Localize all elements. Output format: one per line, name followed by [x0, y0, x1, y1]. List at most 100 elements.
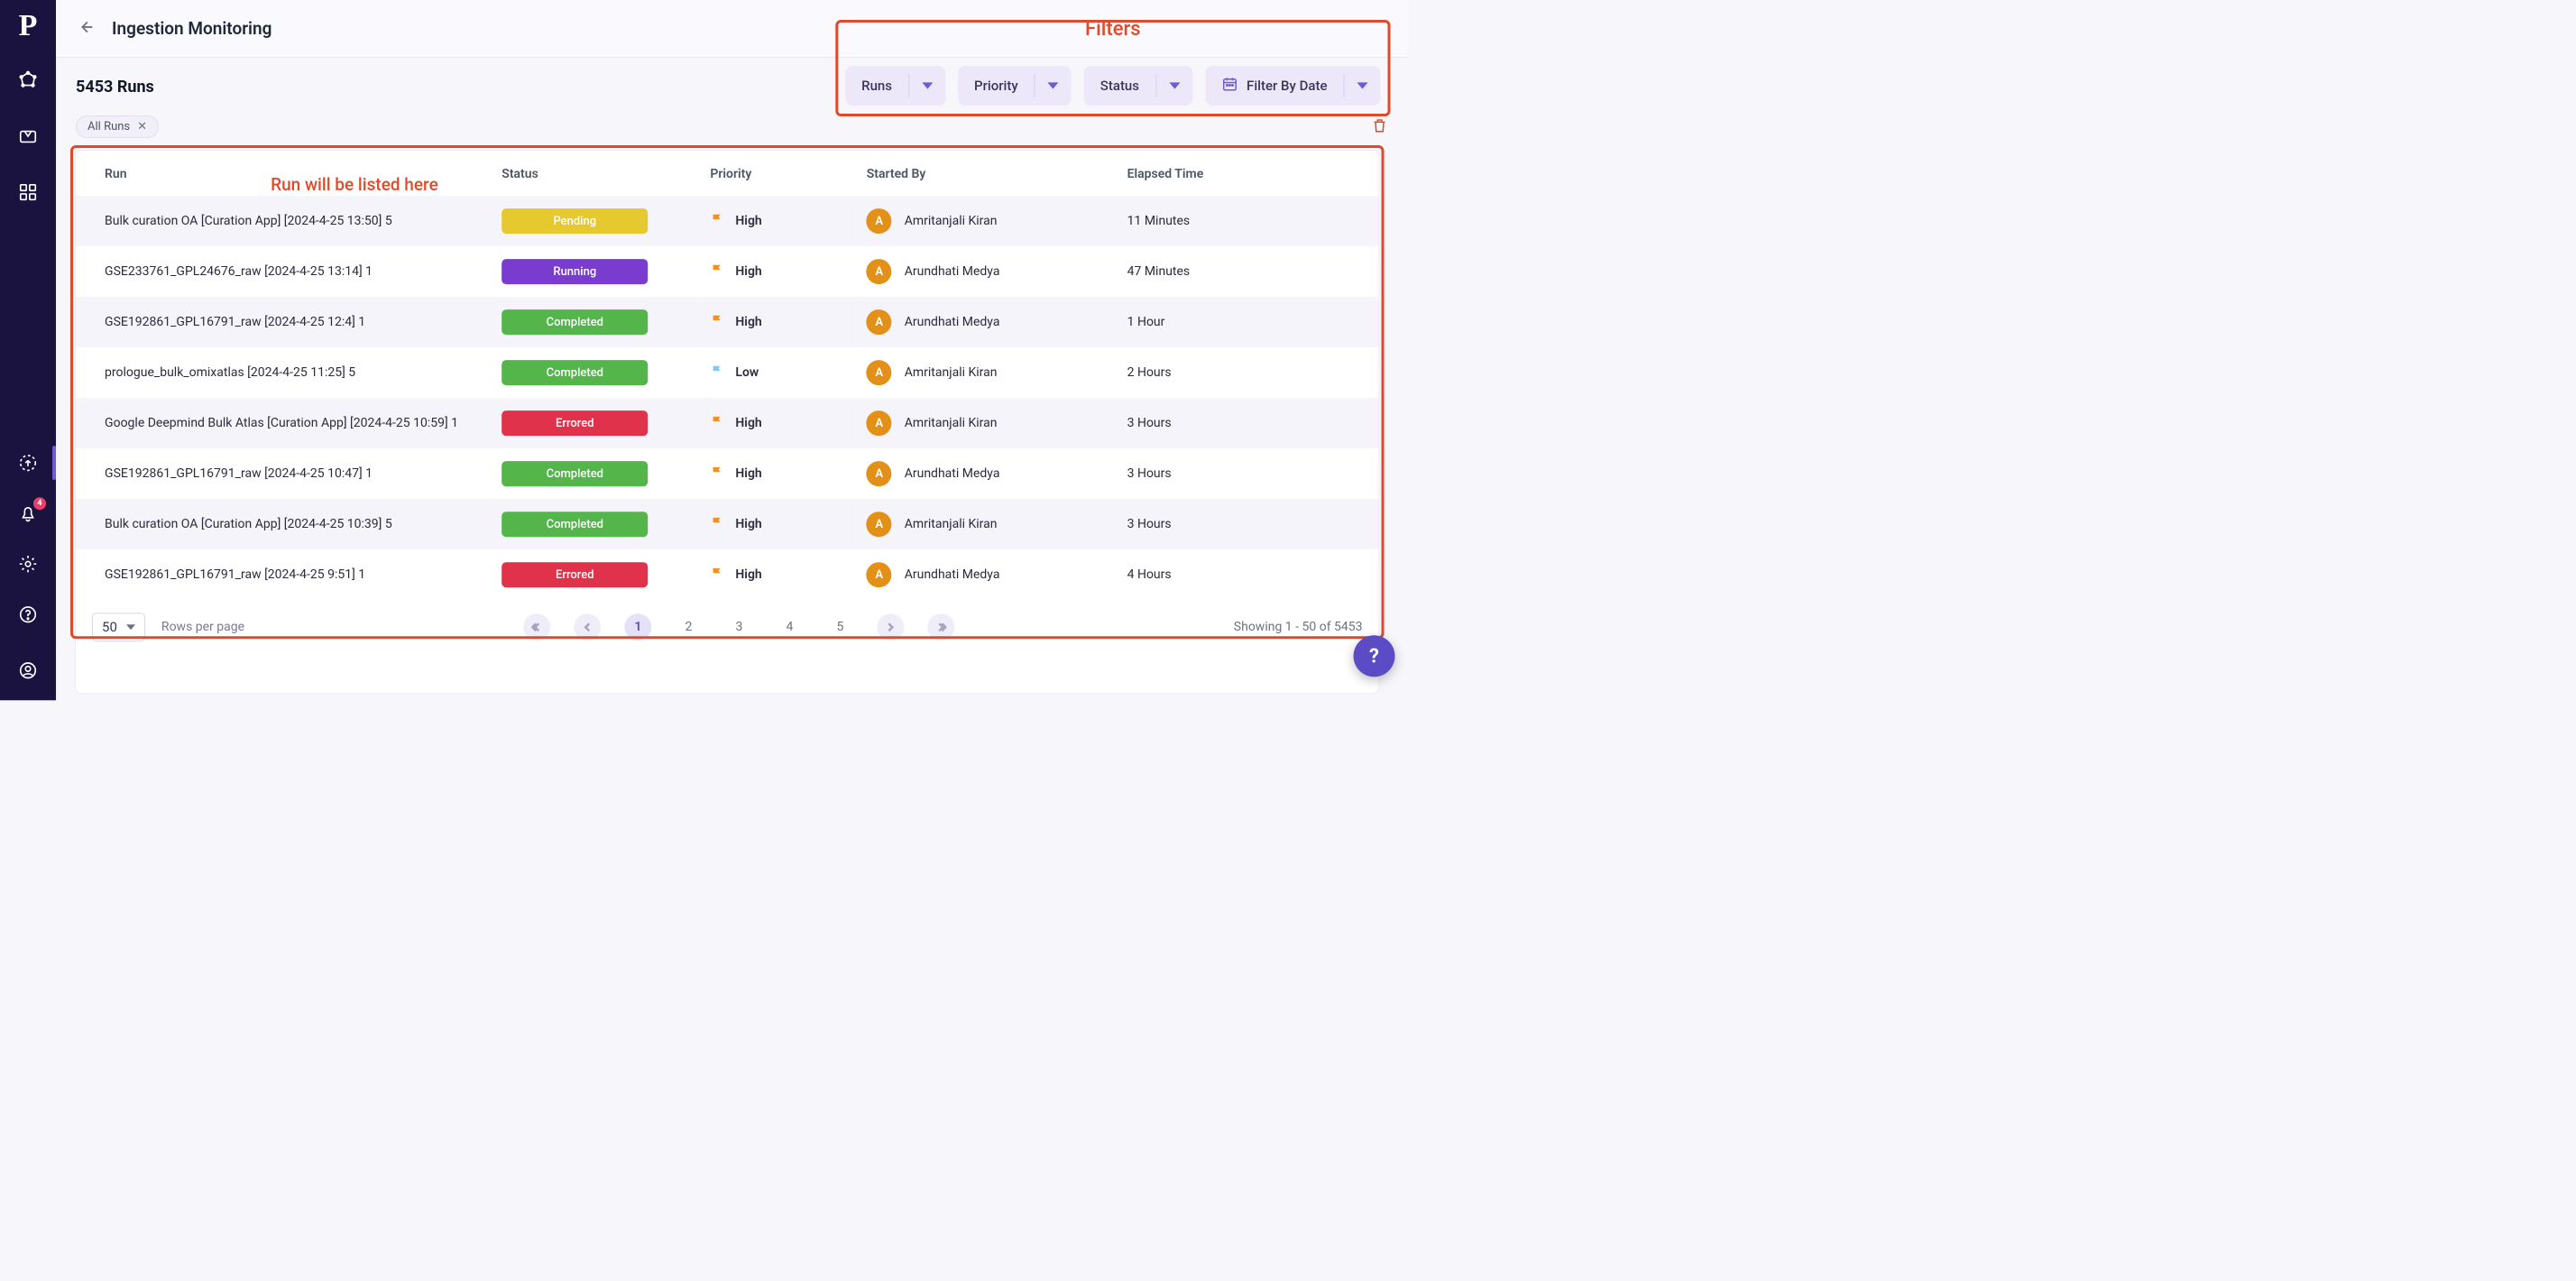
table-row[interactable]: GSE192861_GPL16791_raw [2024-4-25 10:47]… [76, 448, 1379, 499]
flag-icon [710, 515, 724, 533]
settings-nav-icon[interactable] [16, 552, 40, 576]
table-row[interactable]: GSE192861_GPL16791_raw [2024-4-25 9:51] … [76, 549, 1379, 600]
cell-started-by: AArundhati Medya [858, 448, 1118, 499]
back-button[interactable] [76, 17, 96, 41]
page-1-button[interactable]: 1 [624, 613, 651, 640]
col-run[interactable]: Run [76, 151, 492, 196]
close-icon[interactable]: ✕ [137, 120, 147, 134]
filter-date-label: Filter By Date [1247, 78, 1327, 94]
avatar: A [867, 360, 892, 385]
notifications-nav-icon[interactable]: 4 [16, 502, 40, 525]
status-badge: Running [501, 259, 648, 284]
cell-status: Completed [492, 499, 701, 549]
main: Ingestion Monitoring 5453 Runs Filters R… [56, 0, 1408, 700]
page-3-button[interactable]: 3 [725, 613, 752, 640]
user-name: Arundhati Medya [905, 567, 1000, 582]
chip-label: All Runs [87, 120, 130, 134]
pagination: 50 Rows per page 1 2 3 4 5 [76, 600, 1379, 654]
page-5-button[interactable]: 5 [826, 613, 853, 640]
avatar: A [867, 208, 892, 234]
cell-status: Errored [492, 398, 701, 448]
cell-run: Google Deepmind Bulk Atlas [Curation App… [76, 398, 492, 448]
cell-elapsed: 4 Hours [1118, 549, 1379, 600]
cell-elapsed: 3 Hours [1118, 398, 1379, 448]
col-started-by[interactable]: Started By [858, 151, 1118, 196]
col-priority[interactable]: Priority [701, 151, 857, 196]
topbar: Ingestion Monitoring [56, 0, 1408, 58]
table-row[interactable]: GSE233761_GPL24676_raw [2024-4-25 13:14]… [76, 246, 1379, 297]
flag-icon [710, 212, 724, 230]
page-first-button[interactable] [523, 613, 550, 640]
status-badge: Errored [501, 562, 648, 587]
calendar-icon [1221, 76, 1237, 96]
col-elapsed[interactable]: Elapsed Time [1118, 151, 1379, 196]
table-row[interactable]: Google Deepmind Bulk Atlas [Curation App… [76, 398, 1379, 448]
filter-runs[interactable]: Runs [845, 66, 945, 106]
chevron-down-icon [1035, 80, 1072, 91]
rows-per-page-value: 50 [102, 619, 117, 635]
table-row[interactable]: prologue_bulk_omixatlas [2024-4-25 11:25… [76, 347, 1379, 398]
cell-priority: Low [701, 347, 857, 398]
filter-priority-label: Priority [958, 78, 1035, 94]
cell-priority: High [701, 297, 857, 347]
page-2-button[interactable]: 2 [675, 613, 702, 640]
help-nav-icon[interactable] [16, 603, 40, 626]
table-row[interactable]: Bulk curation OA [Curation App] [2024-4-… [76, 196, 1379, 246]
apps-nav-icon[interactable] [16, 180, 40, 204]
cell-started-by: A Arundhati Medya [858, 549, 1118, 600]
user-name: Arundhati Medya [905, 315, 1000, 329]
table-header-row: Run Status Priority Started By Elapsed T… [76, 151, 1379, 196]
cell-priority: High [701, 499, 857, 549]
cell-elapsed: 2 Hours [1118, 347, 1379, 398]
cell-run: GSE192861_GPL16791_raw [2024-4-25 12:4] … [76, 297, 492, 347]
cell-status: Pending [492, 196, 701, 246]
user-name: Amritanjali Kiran [905, 517, 998, 531]
filter-priority[interactable]: Priority [958, 66, 1072, 106]
avatar: A [867, 410, 892, 436]
rows-per-page-select[interactable]: 50 [92, 613, 145, 641]
clear-filters-button[interactable] [1372, 117, 1388, 137]
cell-status: Errored [492, 549, 701, 600]
user-name: Arundhati Medya [905, 466, 1000, 481]
table-row[interactable]: Bulk curation OA [Curation App] [2024-4-… [76, 499, 1379, 549]
status-badge: Completed [501, 309, 648, 335]
cell-started-by: AArundhati Medya [858, 297, 1118, 347]
priority-label: High [735, 214, 761, 228]
cell-priority: High [701, 246, 857, 297]
status-badge: Completed [501, 360, 648, 385]
polygon-nav-icon[interactable] [16, 69, 40, 92]
filter-status[interactable]: Status [1084, 66, 1192, 106]
status-badge: Completed [501, 461, 648, 486]
page-4-button[interactable]: 4 [776, 613, 803, 640]
account-nav-icon[interactable] [16, 659, 40, 682]
status-badge: Completed [501, 511, 648, 537]
filter-runs-label: Runs [845, 78, 908, 94]
avatar: A [867, 562, 892, 587]
rows-per-page-label: Rows per page [161, 620, 244, 634]
page-title: Ingestion Monitoring [112, 18, 271, 39]
priority-label: Low [735, 365, 759, 380]
table-row[interactable]: GSE192861_GPL16791_raw [2024-4-25 12:4] … [76, 297, 1379, 347]
cell-elapsed: 11 Minutes [1118, 196, 1379, 246]
filter-chip-all-runs[interactable]: All Runs ✕ [76, 115, 159, 138]
inbox-nav-icon[interactable] [16, 124, 40, 148]
priority-label: High [735, 264, 761, 279]
cell-run: Bulk curation OA [Curation App] [2024-4-… [76, 499, 492, 549]
flag-icon [710, 263, 724, 281]
help-fab[interactable]: ? [1354, 635, 1395, 677]
cell-run: GSE233761_GPL24676_raw [2024-4-25 13:14]… [76, 246, 492, 297]
cell-elapsed: 47 Minutes [1118, 246, 1379, 297]
cell-started-by: AAmritanjali Kiran [858, 196, 1118, 246]
cell-run: Bulk curation OA [Curation App] [2024-4-… [76, 196, 492, 246]
page-prev-button[interactable] [574, 613, 601, 640]
cell-started-by: AAmritanjali Kiran [858, 499, 1118, 549]
page-last-button[interactable] [927, 613, 954, 640]
status-badge: Pending [501, 208, 648, 234]
col-status[interactable]: Status [492, 151, 701, 196]
page-next-button[interactable] [877, 613, 904, 640]
runs-count: 5453 Runs [76, 78, 154, 97]
filter-date[interactable]: Filter By Date [1205, 66, 1380, 106]
cell-priority: High [701, 196, 857, 246]
app-logo[interactable]: P [19, 0, 38, 69]
ingestion-nav-icon[interactable] [16, 451, 40, 475]
